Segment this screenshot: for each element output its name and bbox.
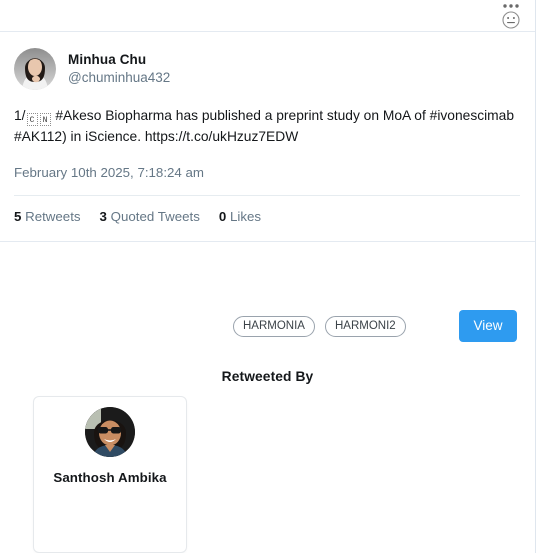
stat-retweets[interactable]: 5 Retweets	[14, 209, 81, 224]
retweeted-by-title: Retweeted By	[221, 369, 314, 384]
trial-tags: HARMONIA HARMONI2	[233, 315, 406, 337]
stat-quoted-label: Quoted Tweets	[110, 209, 200, 224]
author-names: Minhua Chu @chuminhua432	[68, 51, 170, 87]
tweet-detail-panel: Minhua Chu @chuminhua432 1/C N #Akeso Bio…	[0, 0, 542, 553]
more-horizontal-icon[interactable]	[502, 3, 520, 9]
top-toolbar	[0, 0, 536, 32]
avatar[interactable]	[14, 48, 56, 90]
tweet-card: Minhua Chu @chuminhua432 1/C N #Akeso Bio…	[0, 33, 535, 238]
tag-chip-harmonia[interactable]: HARMONIA	[233, 315, 315, 337]
tweet-text: 1/C N #Akeso Biopharma has published a pr…	[14, 105, 521, 147]
tweet-text-line-1: #Akeso Biopharma has published a preprin…	[55, 108, 426, 123]
tweet-stats-row: 5 Retweets 3 Quoted Tweets 0 Likes	[14, 209, 521, 238]
stat-likes[interactable]: 0 Likes	[219, 209, 261, 224]
tweet-divider	[14, 195, 520, 196]
tweet-timestamp: February 10th 2025, 7:18:24 am	[14, 165, 204, 180]
stat-retweets-count: 5	[14, 209, 22, 224]
retweeter-avatar[interactable]	[85, 407, 135, 457]
author-handle[interactable]: @chuminhua432	[68, 69, 170, 87]
stat-retweets-label: Retweets	[25, 209, 81, 224]
tweet-author-row[interactable]: Minhua Chu @chuminhua432	[14, 45, 521, 90]
stat-quoted-tweets[interactable]: 3 Quoted Tweets	[100, 209, 200, 224]
missing-glyph-box-c: C	[26, 113, 38, 126]
stat-quoted-count: 3	[99, 209, 107, 224]
neutral-face-icon[interactable]	[502, 11, 520, 29]
missing-glyph-box-n: N	[39, 113, 51, 126]
tag-chip-harmoni2[interactable]: HARMONI2	[324, 315, 406, 337]
stat-likes-count: 0	[218, 209, 227, 224]
retweeter-card[interactable]: Santhosh Ambika	[33, 396, 187, 553]
stat-likes-label: Likes	[229, 209, 262, 224]
section-divider	[0, 241, 535, 242]
toolbar-icon-group	[492, 1, 530, 29]
view-button[interactable]: View	[459, 310, 517, 342]
retweeter-name: Santhosh Ambika	[53, 470, 167, 485]
panel-right-edge	[535, 0, 536, 553]
tweet-text-prefix: 1/	[14, 108, 26, 123]
trial-tags-row: HARMONIA HARMONI2 View	[0, 310, 535, 342]
author-display-name[interactable]: Minhua Chu	[68, 51, 170, 68]
